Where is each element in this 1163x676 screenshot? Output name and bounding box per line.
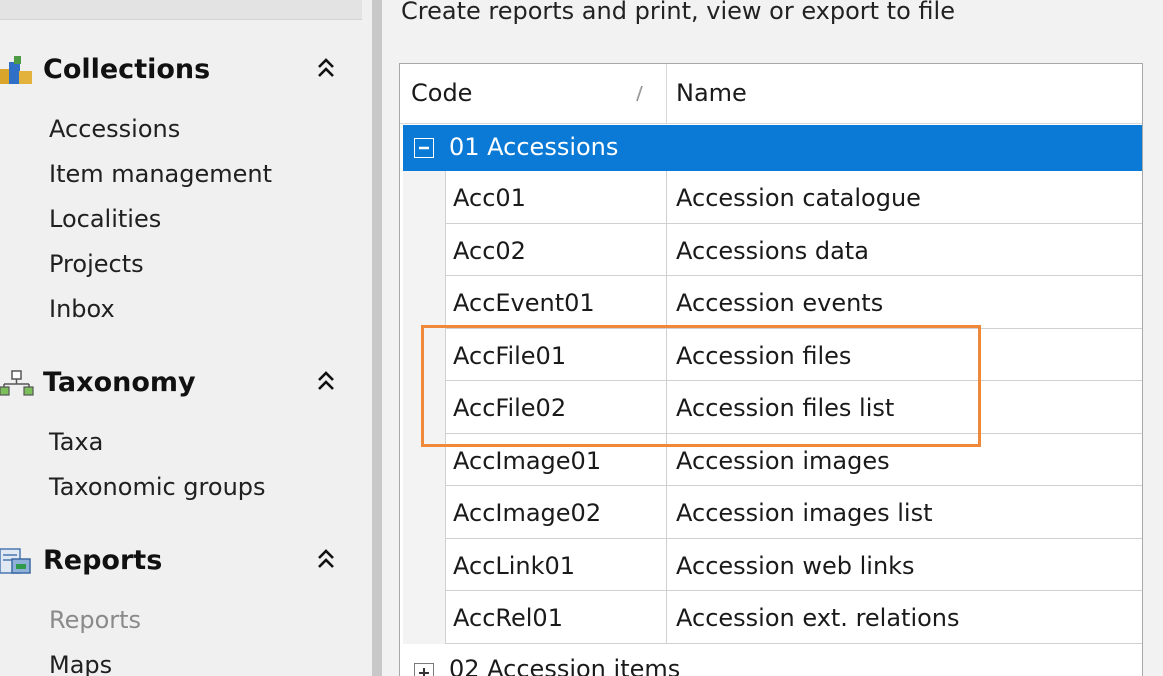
nav-item-item-management[interactable]: Item management	[49, 160, 272, 188]
row-indent	[403, 538, 445, 591]
cell-code: AccFile02	[453, 394, 567, 422]
nav-item-accessions[interactable]: Accessions	[49, 115, 180, 143]
column-separator	[666, 591, 667, 644]
cell-code: AccEvent01	[453, 289, 595, 317]
nav-item-projects[interactable]: Projects	[49, 250, 144, 278]
cell-name: Accession images	[676, 446, 890, 475]
table-row[interactable]: AccImage01 Accession images	[400, 433, 1142, 486]
cell-code: AccImage01	[453, 446, 602, 475]
reports-grid[interactable]: Code Name 01 Accessions Acc01 Accession …	[399, 63, 1143, 676]
group-row-accession-items[interactable]: 02 Accession items	[403, 649, 1142, 676]
column-separator	[666, 486, 667, 539]
column-header-name[interactable]: Name	[676, 79, 747, 107]
row-indent	[403, 486, 445, 539]
cell-name: Accessions data	[676, 236, 869, 265]
row-indent	[403, 276, 445, 329]
data-rows: Acc01 Accession catalogue Acc02 Accessio…	[400, 171, 1142, 644]
nav-item-maps[interactable]: Maps	[49, 651, 112, 676]
table-row[interactable]: Acc01 Accession catalogue	[400, 171, 1142, 224]
cell-code: Acc02	[453, 236, 526, 265]
nav-item-localities[interactable]: Localities	[49, 205, 161, 233]
cell-code: Acc01	[453, 184, 526, 212]
column-header-code[interactable]: Code	[411, 79, 472, 107]
cell-name: Accession images list	[676, 499, 933, 527]
reports-icon	[0, 548, 31, 574]
table-row[interactable]: AccRel01 Accession ext. relations	[400, 591, 1142, 644]
collections-icon	[0, 56, 32, 84]
group-row-label: 02 Accession items	[449, 655, 681, 676]
nav-group-reports[interactable]: Reports	[0, 539, 362, 579]
cell-name: Accession web links	[676, 551, 915, 580]
sidebar-splitter[interactable]	[372, 0, 382, 676]
cell-name: Accession catalogue	[676, 184, 921, 212]
row-indent	[403, 381, 445, 434]
cell-code: AccRel01	[453, 604, 563, 632]
cell-code: AccImage02	[453, 499, 602, 527]
table-row[interactable]: AccFile02 Accession files list	[400, 381, 1142, 434]
cell-code: AccLink01	[453, 551, 576, 580]
sidebar-top-bar	[0, 0, 362, 20]
nav-group-title: Taxonomy	[43, 367, 196, 398]
row-indent	[403, 433, 445, 486]
cell-name: Accession files list	[676, 394, 895, 422]
group-row-accessions[interactable]: 01 Accessions	[403, 125, 1142, 171]
page-subtitle: Create reports and print, view or export…	[401, 0, 955, 25]
expand-plus-icon[interactable]	[414, 663, 434, 676]
column-separator	[666, 276, 667, 329]
column-separator	[666, 171, 667, 224]
chevron-double-up-icon[interactable]	[316, 370, 336, 392]
nav-item-inbox[interactable]: Inbox	[49, 295, 115, 323]
nav-item-taxa[interactable]: Taxa	[49, 428, 103, 456]
table-row[interactable]: AccFile01 Accession files	[400, 328, 1142, 381]
table-row[interactable]: AccImage02 Accession images list	[400, 486, 1142, 539]
chevron-double-up-icon[interactable]	[316, 57, 336, 79]
column-separator	[666, 538, 667, 591]
table-row[interactable]: Acc02 Accessions data	[400, 223, 1142, 276]
column-separator	[666, 381, 667, 434]
column-separator	[666, 328, 667, 381]
nav-item-taxonomic-groups[interactable]: Taxonomic groups	[49, 473, 266, 501]
nav-group-title: Collections	[43, 54, 211, 85]
sort-indicator-icon	[636, 85, 643, 102]
table-row[interactable]: AccLink01 Accession web links	[400, 538, 1142, 591]
cell-name: Accession ext. relations	[676, 604, 960, 632]
taxonomy-icon	[0, 370, 34, 396]
cell-name: Accession events	[676, 289, 884, 317]
group-row-label: 01 Accessions	[449, 133, 619, 161]
column-divider[interactable]	[666, 64, 667, 124]
cell-code: AccFile01	[453, 341, 567, 370]
column-separator	[666, 433, 667, 486]
nav-group-title: Reports	[43, 545, 163, 576]
column-separator	[666, 223, 667, 276]
row-indent	[403, 591, 445, 644]
nav-item-reports[interactable]: Reports	[49, 606, 141, 634]
nav-group-collections[interactable]: Collections	[0, 48, 362, 88]
table-row[interactable]: AccEvent01 Accession events	[400, 276, 1142, 329]
sidebar: Collections Accessions Item management L…	[0, 0, 372, 676]
row-indent	[403, 328, 445, 381]
main-panel: Create reports and print, view or export…	[382, 0, 1163, 676]
nav-group-taxonomy[interactable]: Taxonomy	[0, 361, 362, 401]
chevron-double-up-icon[interactable]	[316, 548, 336, 570]
row-indent	[403, 171, 445, 224]
collapse-minus-icon[interactable]	[414, 138, 434, 158]
cell-name: Accession files	[676, 341, 852, 370]
grid-header: Code Name	[400, 64, 1142, 124]
row-indent	[403, 223, 445, 276]
